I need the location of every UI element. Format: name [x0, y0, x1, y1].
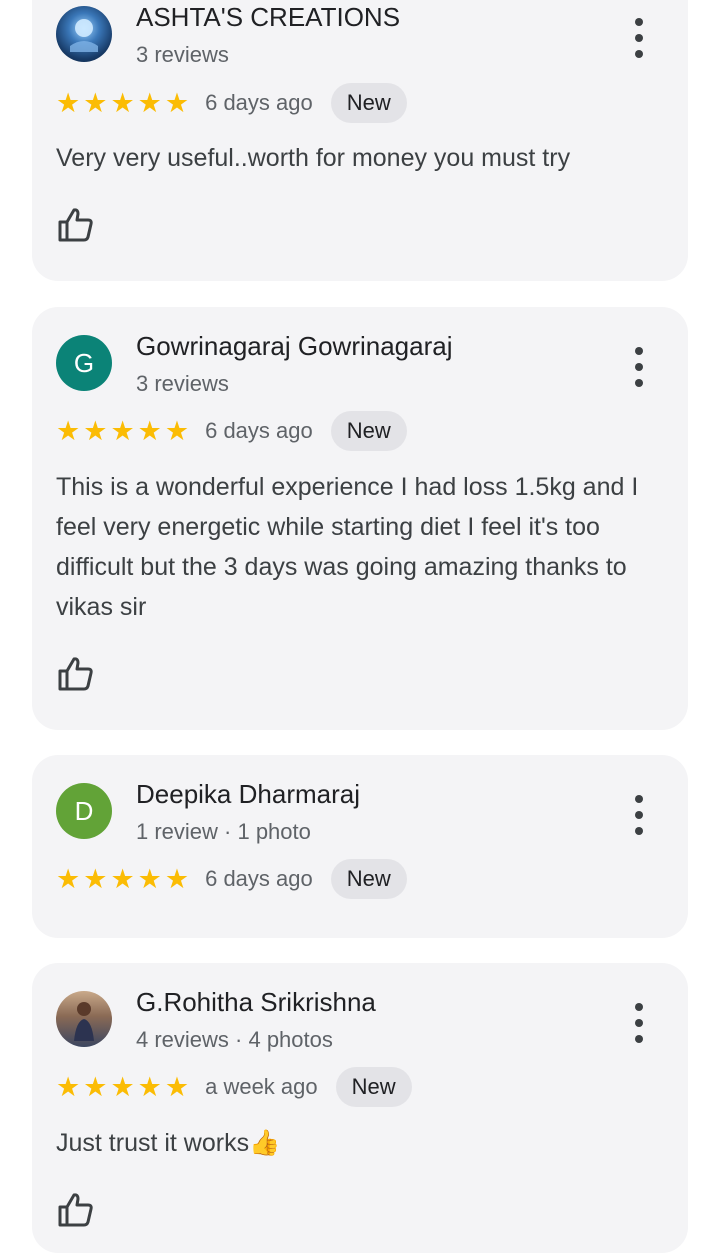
new-badge: New [330, 83, 407, 123]
review-text: Very very useful..worth for money you mu… [56, 144, 571, 172]
person-photo-image [74, 1002, 94, 1041]
new-badge: New [330, 859, 407, 899]
more-vert-icon [635, 795, 643, 803]
star-icon: ★ [56, 863, 81, 894]
star-icon: ★ [137, 87, 162, 118]
like-button[interactable] [56, 1189, 96, 1229]
rating-row: ★ ★ ★ ★ ★ 6 days ago New [56, 411, 407, 451]
new-badge: New [335, 1067, 412, 1107]
star-rating: ★ ★ ★ ★ ★ [56, 1071, 190, 1102]
lightbulb-hands-image [70, 19, 98, 52]
more-options-button[interactable] [624, 347, 654, 387]
review-card: D Deepika Dharmaraj 1 review · 1 photo ★… [32, 755, 688, 938]
star-icon: ★ [137, 415, 162, 446]
star-rating: ★ ★ ★ ★ ★ [56, 87, 190, 118]
new-badge: New [330, 411, 407, 451]
reviewer-avatar[interactable]: D [56, 783, 112, 839]
review-text: Just trust it works👍 [56, 1129, 281, 1157]
more-options-button[interactable] [624, 1003, 654, 1043]
like-button[interactable] [56, 204, 96, 244]
like-button[interactable] [56, 653, 96, 693]
rating-row: ★ ★ ★ ★ ★ 6 days ago New [56, 859, 407, 899]
more-options-button[interactable] [624, 795, 654, 835]
star-icon: ★ [56, 415, 81, 446]
star-icon: ★ [137, 1071, 162, 1102]
reviewer-meta: 4 reviews · 4 photos [136, 1027, 333, 1052]
thumb-up-outline-icon [58, 1193, 93, 1227]
star-icon: ★ [137, 863, 162, 894]
review-time: a week ago [205, 1074, 318, 1099]
star-icon: ★ [83, 1071, 108, 1102]
review-card: G Gowrinagaraj Gowrinagaraj 3 reviews ★ ★… [32, 307, 688, 730]
review-time: 6 days ago [205, 866, 313, 891]
reviewer-name[interactable]: Gowrinagaraj Gowrinagaraj [136, 331, 452, 362]
review-card: G.Rohitha Srikrishna 4 reviews · 4 photo… [32, 963, 688, 1253]
star-icon: ★ [83, 87, 108, 118]
star-icon: ★ [164, 87, 190, 118]
thumb-up-outline-icon [58, 657, 93, 691]
star-icon: ★ [110, 415, 135, 446]
rating-row: ★ ★ ★ ★ ★ 6 days ago New [56, 83, 407, 123]
star-rating: ★ ★ ★ ★ ★ [56, 863, 190, 894]
review-card: ASHTA'S CREATIONS 3 reviews ★ ★ ★ ★ ★ 6 days… [32, 0, 688, 281]
reviewer-avatar[interactable] [56, 6, 112, 62]
star-icon: ★ [110, 87, 135, 118]
reviewer-name[interactable]: ASHTA'S CREATIONS [136, 2, 400, 33]
star-icon: ★ [83, 415, 108, 446]
star-icon: ★ [110, 1071, 135, 1102]
star-icon: ★ [56, 87, 81, 118]
star-rating: ★ ★ ★ ★ ★ [56, 415, 190, 446]
more-options-button[interactable] [624, 18, 654, 58]
star-icon: ★ [83, 863, 108, 894]
star-icon: ★ [164, 415, 190, 446]
star-icon: ★ [164, 863, 190, 894]
review-text: This is a wonderful experience I had los… [56, 473, 639, 621]
review-time: 6 days ago [205, 90, 313, 115]
more-vert-icon [635, 18, 643, 26]
star-icon: ★ [56, 1071, 81, 1102]
reviewer-name[interactable]: G.Rohitha Srikrishna [136, 987, 376, 1018]
thumb-up-outline-icon [58, 208, 93, 242]
reviewer-meta: 3 reviews [136, 42, 229, 67]
review-time: 6 days ago [205, 418, 313, 443]
more-vert-icon [635, 1003, 643, 1011]
star-icon: ★ [110, 863, 135, 894]
reviewer-avatar[interactable]: G [56, 335, 112, 391]
star-icon: ★ [164, 1071, 190, 1102]
rating-row: ★ ★ ★ ★ ★ a week ago New [56, 1067, 412, 1107]
reviewer-meta: 1 review · 1 photo [136, 819, 311, 844]
reviewer-name[interactable]: Deepika Dharmaraj [136, 779, 360, 810]
reviewer-meta: 3 reviews [136, 371, 229, 396]
more-vert-icon [635, 347, 643, 355]
reviewer-avatar[interactable] [56, 991, 112, 1047]
